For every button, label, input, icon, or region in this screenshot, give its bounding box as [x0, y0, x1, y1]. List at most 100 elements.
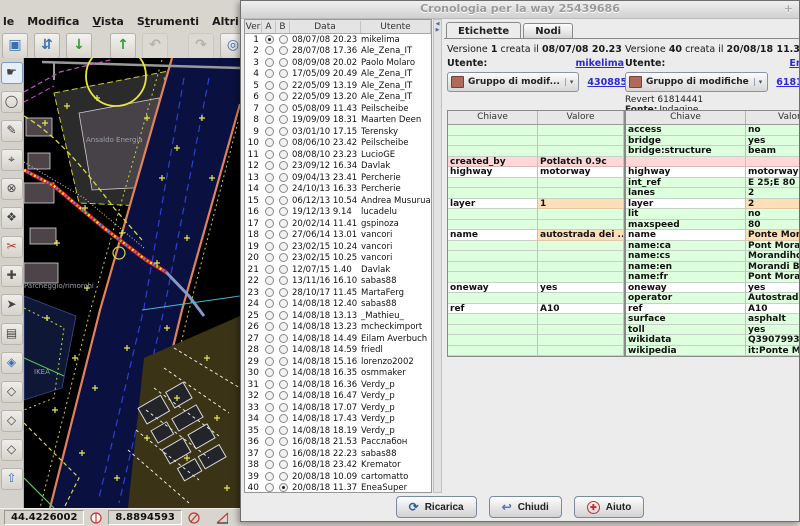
delete-tool[interactable]: ⊗ — [1, 178, 23, 200]
version-a-radio[interactable] — [265, 311, 274, 320]
version-b-radio[interactable] — [279, 460, 288, 469]
split-way-tool[interactable]: ✂ — [1, 236, 23, 258]
version-row[interactable]: 4 17/05/09 20.49 Ale_Zena_IT — [245, 69, 431, 81]
download-osm-icon[interactable]: ⇵ — [34, 33, 60, 59]
version-b-radio[interactable] — [279, 207, 288, 216]
version-row[interactable]: 22 13/11/16 16.10 sabas88 — [245, 276, 431, 288]
version-b-radio[interactable] — [279, 127, 288, 136]
node-square-tool[interactable]: ◇ — [1, 410, 23, 432]
version-b-radio[interactable] — [279, 58, 288, 67]
version-a-radio[interactable] — [265, 265, 274, 274]
menu-item[interactable]: le — [3, 15, 14, 28]
version-row[interactable]: 20 23/02/15 10.25 vancori — [245, 253, 431, 265]
version-b-radio[interactable] — [279, 380, 288, 389]
version-a-radio[interactable] — [265, 230, 274, 239]
version-b-radio[interactable] — [279, 403, 288, 412]
parallel-way-tool[interactable]: ❖ — [1, 207, 23, 229]
version-row[interactable]: 13 09/04/13 23.41 Percherie — [245, 172, 431, 184]
version-row[interactable]: 18 27/06/14 13.01 vancori — [245, 230, 431, 242]
version-row[interactable]: 30 14/08/18 16.35 osmmaker — [245, 368, 431, 380]
version-a-radio[interactable] — [265, 219, 274, 228]
version-a-radio[interactable] — [265, 58, 274, 67]
version-b-radio[interactable] — [279, 437, 288, 446]
version-b-radio[interactable] — [279, 288, 288, 297]
help-button[interactable]: ✚ Aiuto — [574, 496, 645, 518]
version-row[interactable]: 1 08/07/08 20.23 mikelima — [245, 34, 431, 46]
version-a-radio[interactable] — [265, 115, 274, 124]
version-b-radio[interactable] — [279, 334, 288, 343]
version-b-radio[interactable] — [279, 69, 288, 78]
version-b-radio[interactable] — [279, 322, 288, 331]
version-b-radio[interactable] — [279, 81, 288, 90]
version-a-radio[interactable] — [265, 104, 274, 113]
version-b-radio[interactable] — [279, 230, 288, 239]
version-row[interactable]: 31 14/08/18 16.36 Verdy_p — [245, 379, 431, 391]
version-b-radio[interactable] — [279, 104, 288, 113]
version-a-radio[interactable] — [265, 334, 274, 343]
version-b-radio[interactable] — [279, 242, 288, 251]
version-row[interactable]: 16 19/12/13 9.14 lucadelu — [245, 207, 431, 219]
menu-item[interactable]: Modifica — [27, 15, 79, 28]
menu-item[interactable]: Strumenti — [137, 15, 199, 28]
version-a-radio[interactable] — [265, 150, 274, 159]
move-node-tool[interactable]: ✚ — [1, 265, 23, 287]
close-button[interactable]: ↩ Chiudi — [489, 496, 562, 518]
version-b-radio[interactable] — [279, 483, 288, 492]
version-row[interactable]: 14 24/10/13 16.33 Percherie — [245, 184, 431, 196]
version-b-radio[interactable] — [279, 92, 288, 101]
version-row[interactable]: 23 28/10/17 11.45 MartaFerg — [245, 287, 431, 299]
version-row[interactable]: 37 16/08/18 22.23 sabas88 — [245, 448, 431, 460]
align-nodes-tool[interactable]: ◈ — [1, 352, 23, 374]
version-b-radio[interactable] — [279, 138, 288, 147]
upload-data-icon[interactable]: ↑ — [110, 33, 136, 59]
user-link-v1[interactable]: mikelima — [576, 57, 624, 70]
version-a-radio[interactable] — [265, 69, 274, 78]
version-b-radio[interactable] — [279, 46, 288, 55]
version-row[interactable]: 8 19/09/09 18.31 Maarten Deen — [245, 115, 431, 127]
version-row[interactable]: 40 20/08/18 11.37 EneaSuper — [245, 483, 431, 494]
version-a-radio[interactable] — [265, 46, 274, 55]
version-row[interactable]: 24 14/08/18 12.40 sabas88 — [245, 299, 431, 311]
version-a-radio[interactable] — [265, 288, 274, 297]
version-b-radio[interactable] — [279, 311, 288, 320]
version-a-radio[interactable] — [265, 437, 274, 446]
version-a-radio[interactable] — [265, 472, 274, 481]
version-a-radio[interactable] — [265, 299, 274, 308]
version-row[interactable]: 29 14/08/18 15.16 lorenzo2002 — [245, 356, 431, 368]
version-b-radio[interactable] — [279, 173, 288, 182]
node-merge-tool[interactable]: ◇ — [1, 439, 23, 461]
version-b-radio[interactable] — [279, 265, 288, 274]
version-row[interactable]: 34 14/08/18 17.43 Verdy_p — [245, 414, 431, 426]
version-row[interactable]: 36 16/08/18 21.53 Расслабон — [245, 437, 431, 449]
reload-button[interactable]: ⟳ Ricarica — [396, 496, 477, 518]
version-a-radio[interactable] — [265, 460, 274, 469]
version-a-radio[interactable] — [265, 403, 274, 412]
version-a-radio[interactable] — [265, 127, 274, 136]
version-a-radio[interactable] — [265, 368, 274, 377]
changeset-link-v40[interactable]: 61817106 — [776, 77, 799, 88]
version-row[interactable]: 25 14/08/18 13.13 _Mathieu_ — [245, 310, 431, 322]
version-b-radio[interactable] — [279, 115, 288, 124]
version-row[interactable]: 28 14/08/18 14.59 friedl — [245, 345, 431, 357]
chevron-down-icon[interactable]: ▾ — [754, 78, 765, 86]
tab-etichette[interactable]: Etichette — [446, 22, 521, 38]
version-b-radio[interactable] — [279, 368, 288, 377]
paste-tags-tool[interactable]: ▤ — [1, 323, 23, 345]
version-b-radio[interactable] — [279, 472, 288, 481]
draw-tool[interactable]: ✎ — [1, 120, 23, 142]
version-row[interactable]: 2 28/07/08 17.36 Ale_Zena_IT — [245, 46, 431, 58]
version-row[interactable]: 10 08/06/10 23.42 Peilscheibe — [245, 138, 431, 150]
version-b-radio[interactable] — [279, 184, 288, 193]
improve-accuracy-tool[interactable]: ⌖ — [1, 149, 23, 171]
version-b-radio[interactable] — [279, 196, 288, 205]
version-a-radio[interactable] — [265, 322, 274, 331]
menu-item[interactable]: Altri strumenti — [212, 15, 240, 28]
chevron-down-icon[interactable]: ▾ — [565, 78, 576, 86]
version-a-radio[interactable] — [265, 196, 274, 205]
version-a-radio[interactable] — [265, 173, 274, 182]
version-a-radio[interactable] — [265, 380, 274, 389]
version-b-radio[interactable] — [279, 299, 288, 308]
version-row[interactable]: 7 05/08/09 11.43 Peilscheibe — [245, 103, 431, 115]
changeset-dropdown-v40[interactable]: Gruppo di modifiche ▾ — [625, 72, 768, 92]
version-a-radio[interactable] — [265, 184, 274, 193]
